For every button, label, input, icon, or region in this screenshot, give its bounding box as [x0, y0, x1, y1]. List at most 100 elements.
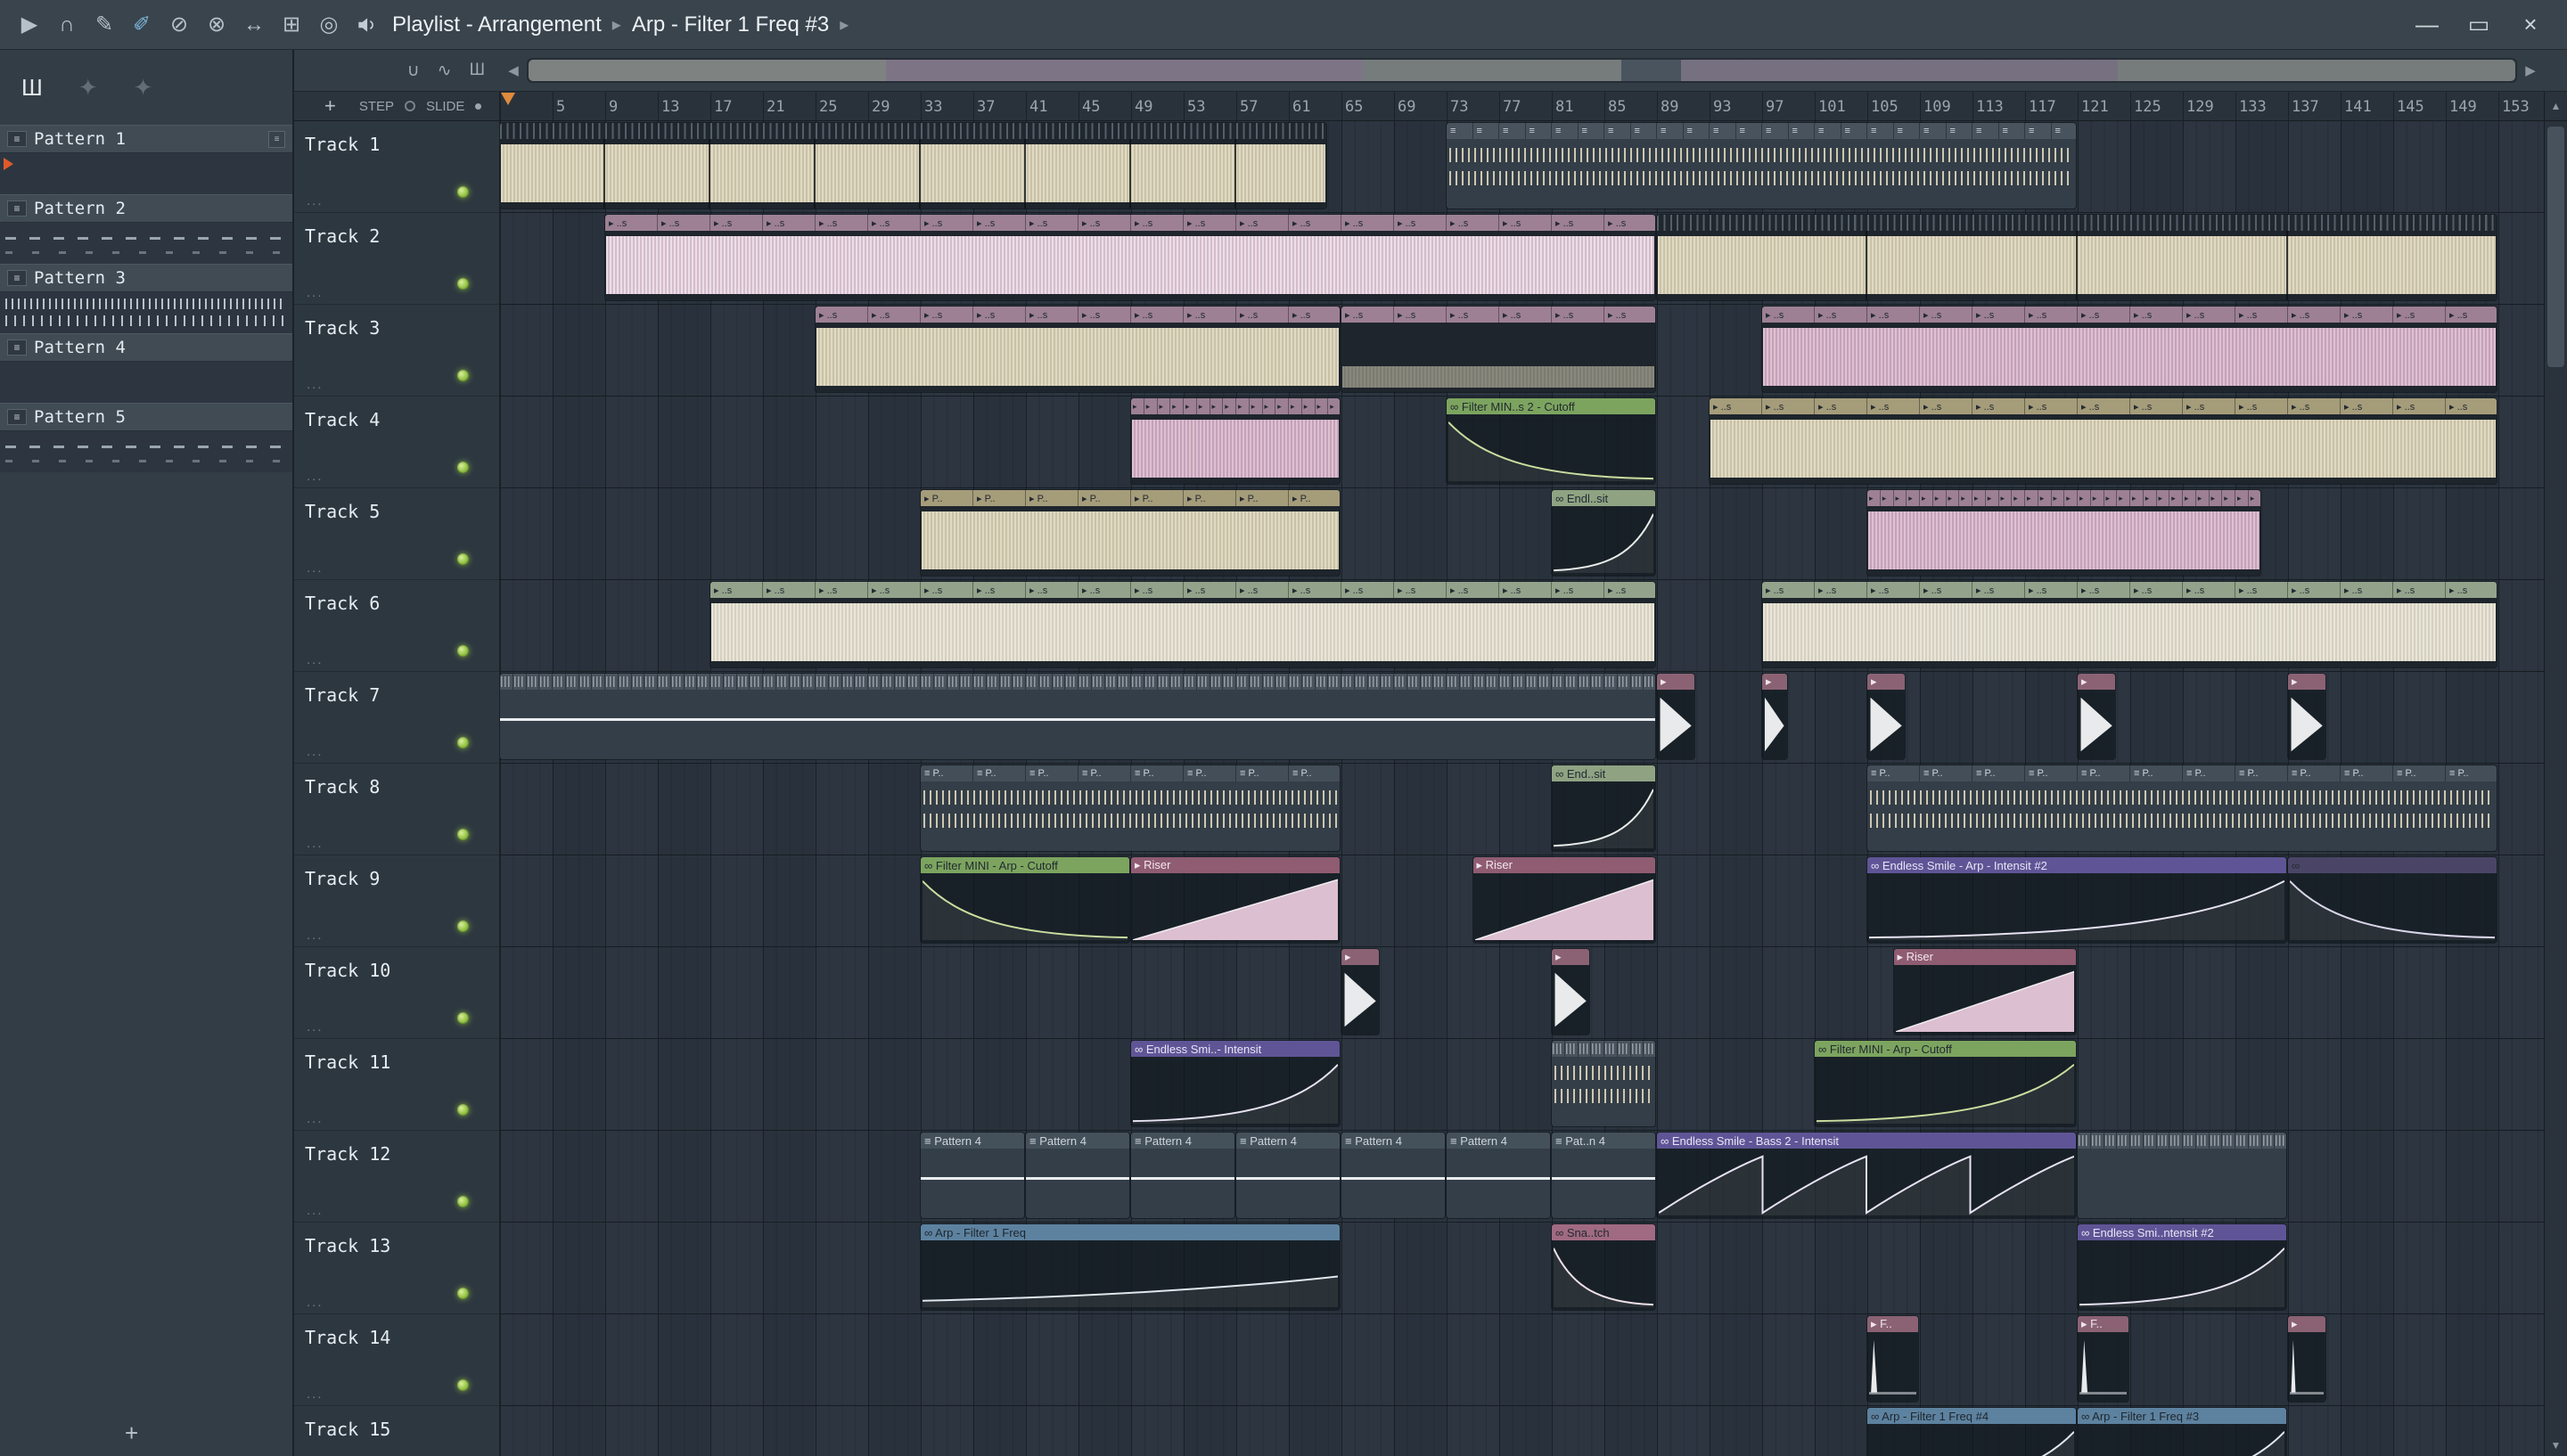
clip-pat[interactable]: ≡ Pattern 4 [921, 1133, 1024, 1218]
track-label-row[interactable]: Track 6... [294, 580, 499, 672]
clip-wave[interactable]: ▸ P.. ▸ P.. ▸ P.. ▸ P.. ▸ P.. ▸ P.. ▸ P.. ▸ P.. [921, 490, 1340, 576]
track-label-row[interactable]: Track 15... [294, 1406, 499, 1456]
pattern-list-menu-button[interactable]: ≡ [268, 130, 285, 148]
clip-auto[interactable]: ∞ Endless Smile - Bass 2 - Intensit [1657, 1133, 2076, 1218]
clip-wave[interactable]: ▸ ▸ ▸ ▸ ▸ ▸ ▸ ▸ ▸ ▸ ▸ ▸ ▸ ▸ ▸ ▸ [1131, 398, 1340, 484]
clip-auto[interactable]: ∞ Arp - Filter 1 Freq #3 [2078, 1408, 2286, 1456]
add-pattern-button[interactable]: + [125, 1419, 138, 1447]
pattern-item[interactable]: ≡ Pattern 1 ≡ [0, 125, 292, 194]
slide-label[interactable]: SLIDE [426, 99, 464, 114]
clip-auto[interactable]: ∞ [2288, 857, 2497, 943]
track-label-row[interactable]: Track 12... [294, 1131, 499, 1223]
clip-hit[interactable]: ▸ F.. [1867, 1316, 1918, 1402]
pattern-label-row[interactable]: ≡ Pattern 3 [0, 264, 292, 292]
clip-wave[interactable]: ▸ ..s ▸ ..s ▸ ..s ▸ ..s ▸ ..s ▸ ..s ▸ ..s ▸ ..s… [710, 582, 1655, 667]
clip-hit[interactable]: ▸ [1341, 949, 1380, 1035]
track-label-row[interactable]: Track 13... [294, 1223, 499, 1314]
track-mute-led[interactable] [457, 553, 469, 565]
play-icon[interactable]: ▶ [11, 6, 48, 44]
clip-riser[interactable]: ▸ Riser [1472, 857, 1655, 943]
track-label-row[interactable]: Track 14... [294, 1314, 499, 1406]
slide-toggle-icon[interactable] [475, 102, 482, 110]
track-mute-led[interactable] [457, 1104, 469, 1116]
track-label-row[interactable]: Track 1... [294, 121, 499, 213]
step-toggle-icon[interactable] [405, 101, 416, 111]
timeline-ruler[interactable]: 5 9 13 17 21 25 29 33 37 41 45 49 53 57 61 65 69 73 77 81 85… [499, 92, 2544, 120]
clip-auto[interactable]: ∞ Filter MINI - Arp - Cutoff [1815, 1041, 2076, 1126]
track-mute-led[interactable] [457, 462, 469, 473]
clip-wave[interactable]: ▸ ..s ▸ ..s ▸ ..s ▸ ..s ▸ ..s ▸ ..s [1341, 307, 1655, 392]
clip-pat[interactable]: ≡ Pat..n 4 [1552, 1133, 1655, 1218]
clip-wave[interactable]: ▸ ..s ▸ ..s ▸ ..s ▸ ..s ▸ ..s ▸ ..s ▸ ..s ▸ ..s… [816, 307, 1340, 392]
clip-auto[interactable]: ∞ Sna..tch [1552, 1224, 1655, 1310]
clip-pat[interactable]: ≡ Pattern 4 [1236, 1133, 1340, 1218]
track-mute-led[interactable] [457, 737, 469, 748]
hscroll-track[interactable] [527, 58, 2517, 83]
track-label-row[interactable]: Track 2... [294, 213, 499, 305]
audio-group-icon[interactable]: ✦ [78, 74, 98, 102]
track-mute-led[interactable] [457, 645, 469, 657]
pattern-item[interactable]: ≡ Pattern 2 [0, 194, 292, 264]
slip-tool-icon[interactable]: ↔ [235, 6, 273, 44]
breadcrumb-window-title[interactable]: Playlist - Arrangement [392, 12, 602, 37]
clip-hit[interactable]: ▸ [2288, 674, 2326, 759]
delete-tool-icon[interactable]: ⊘ [160, 6, 198, 44]
mute-tool-icon[interactable]: ⊗ [198, 6, 235, 44]
clip-riser[interactable]: ▸ Riser [1131, 857, 1340, 943]
pattern-label-row[interactable]: ≡ Pattern 4 [0, 333, 292, 362]
vertical-scrollbar[interactable]: ▼ [2544, 121, 2567, 1456]
track-label-row[interactable]: Track 5... [294, 488, 499, 580]
track-label-row[interactable]: Track 10... [294, 947, 499, 1039]
pattern-item[interactable]: ≡ Pattern 4 [0, 333, 292, 403]
draw-tool-icon[interactable]: ✎ [86, 6, 123, 44]
track-label-row[interactable]: Track 7... [294, 672, 499, 764]
performance-mode-icon[interactable]: Ш [470, 61, 485, 80]
pattern-item[interactable]: ≡ Pattern 3 [0, 264, 292, 333]
pattern-item[interactable]: ≡ Pattern 5 [0, 403, 292, 472]
track-mute-led[interactable] [457, 1012, 469, 1024]
clip-wave[interactable]: ▸ ..s ▸ ..s ▸ ..s ▸ ..s ▸ ..s ▸ ..s ▸ ..s ▸ ..s… [1762, 582, 2497, 667]
headphones-icon[interactable]: ∩ [48, 6, 86, 44]
track-mute-led[interactable] [457, 370, 469, 381]
clip-pat[interactable]: ≡ ≡ ≡ ≡ ≡ ≡ ≡ ≡ ≡ ≡ ≡ ≡ ≡ ≡ ≡ ≡ ≡ ≡ ≡ ≡ ≡ ≡ ≡ ≡ [1447, 123, 2076, 209]
clip-hit[interactable]: ▸ [1762, 674, 1787, 759]
step-label[interactable]: STEP [359, 99, 394, 114]
track-label-row[interactable]: Track 11... [294, 1039, 499, 1131]
clip-pat[interactable] [1552, 1041, 1655, 1126]
clip-wave[interactable]: ▸ ..s ▸ ..s ▸ ..s ▸ ..s ▸ ..s ▸ ..s ▸ ..s ▸ ..s… [1762, 307, 2497, 392]
clip-wave[interactable] [500, 123, 1327, 209]
clip-hit[interactable]: ▸ [2288, 1316, 2326, 1402]
track-label-row[interactable]: Track 3... [294, 305, 499, 397]
clip-wave[interactable]: ▸ ..s ▸ ..s ▸ ..s ▸ ..s ▸ ..s ▸ ..s ▸ ..s ▸ ..s… [1710, 398, 2497, 484]
close-button[interactable]: × [2505, 0, 2556, 49]
clip-pat[interactable]: ≡ P.. ≡ P.. ≡ P.. ≡ P.. ≡ P.. ≡ P.. ≡ P.. ≡ P..… [1867, 765, 2497, 851]
clip-pat[interactable] [500, 674, 1655, 759]
clip-auto[interactable]: ∞ End..sit [1552, 765, 1655, 851]
automation-group-icon[interactable]: ✦ [134, 74, 153, 102]
clip-auto[interactable]: ∞ Filter MIN..s 2 - Cutoff [1447, 398, 1655, 484]
scroll-up-icon[interactable]: ▲ [2544, 92, 2567, 120]
slide-icon[interactable]: ∿ [438, 61, 452, 81]
breadcrumb-selection[interactable]: Arp - Filter 1 Freq #3 [632, 12, 829, 37]
scroll-right-icon[interactable]: ▶ [2522, 62, 2539, 78]
clip-auto[interactable]: ∞ Endless Smi..ntensit #2 [2078, 1224, 2286, 1310]
scroll-down-icon[interactable]: ▼ [2545, 1435, 2567, 1456]
magnet-snap-icon[interactable]: ∪ [407, 61, 420, 81]
clip-pat[interactable]: ≡ Pattern 4 [1026, 1133, 1129, 1218]
clip-auto[interactable]: ∞ Endless Smile - Arp - Intensit #2 [1867, 857, 2286, 943]
track-mute-led[interactable] [457, 278, 469, 290]
track-label-row[interactable]: Track 9... [294, 855, 499, 947]
clip-hit[interactable]: ▸ F.. [2078, 1316, 2128, 1402]
clip-pat[interactable]: ≡ Pattern 4 [1341, 1133, 1445, 1218]
track-mute-led[interactable] [457, 920, 469, 932]
hscroll-thumb[interactable] [529, 60, 2515, 81]
clip-riser[interactable]: ▸ Riser [1893, 949, 2076, 1035]
picker-panel-icon[interactable]: Ш [21, 74, 43, 102]
pattern-label-row[interactable]: ≡ Pattern 1 ≡ [0, 125, 292, 153]
clip-hit[interactable]: ▸ [1552, 949, 1590, 1035]
track-mute-led[interactable] [457, 1196, 469, 1207]
track-mute-led[interactable] [457, 1379, 469, 1391]
clip-auto[interactable]: ∞ Arp - Filter 1 Freq [921, 1224, 1340, 1310]
clip-pat[interactable]: ≡ P.. ≡ P.. ≡ P.. ≡ P.. ≡ P.. ≡ P.. ≡ P.. ≡ P.. [921, 765, 1340, 851]
clip-hit[interactable]: ▸ [1867, 674, 1906, 759]
